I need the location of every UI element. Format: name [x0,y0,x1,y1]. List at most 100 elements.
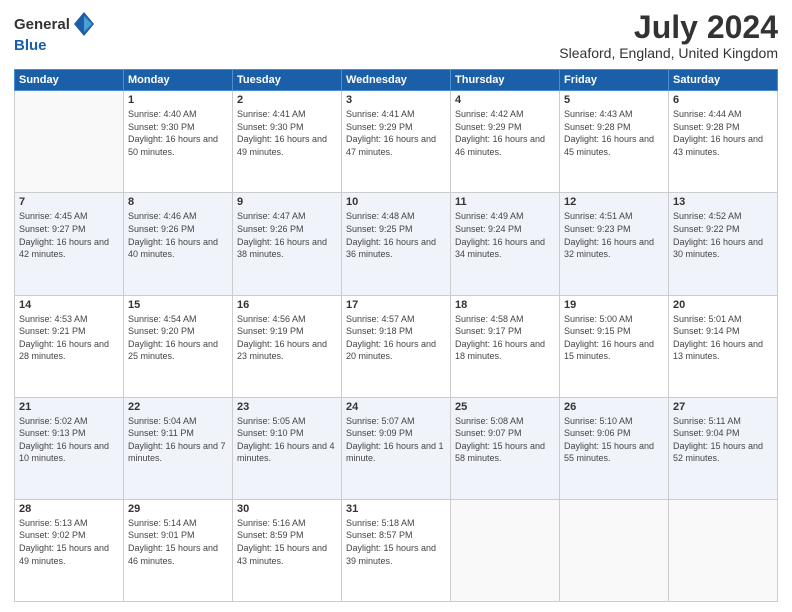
day-info: Sunrise: 5:11 AMSunset: 9:04 PMDaylight:… [673,415,773,465]
day-number: 29 [128,503,228,515]
col-saturday: Saturday [669,70,778,91]
calendar-day [669,499,778,601]
calendar-day: 21 Sunrise: 5:02 AMSunset: 9:13 PMDaylig… [15,397,124,499]
calendar-day: 17 Sunrise: 4:57 AMSunset: 9:18 PMDaylig… [342,295,451,397]
col-tuesday: Tuesday [233,70,342,91]
day-info: Sunrise: 5:01 AMSunset: 9:14 PMDaylight:… [673,313,773,363]
day-info: Sunrise: 4:48 AMSunset: 9:25 PMDaylight:… [346,210,446,260]
day-info: Sunrise: 4:46 AMSunset: 9:26 PMDaylight:… [128,210,228,260]
day-info: Sunrise: 4:57 AMSunset: 9:18 PMDaylight:… [346,313,446,363]
calendar-day: 1 Sunrise: 4:40 AMSunset: 9:30 PMDayligh… [124,91,233,193]
day-number: 25 [455,401,555,413]
day-number: 20 [673,299,773,311]
day-info: Sunrise: 4:56 AMSunset: 9:19 PMDaylight:… [237,313,337,363]
day-info: Sunrise: 4:40 AMSunset: 9:30 PMDaylight:… [128,108,228,158]
day-info: Sunrise: 5:14 AMSunset: 9:01 PMDaylight:… [128,517,228,567]
calendar-day: 19 Sunrise: 5:00 AMSunset: 9:15 PMDaylig… [560,295,669,397]
calendar-day: 29 Sunrise: 5:14 AMSunset: 9:01 PMDaylig… [124,499,233,601]
day-info: Sunrise: 5:10 AMSunset: 9:06 PMDaylight:… [564,415,664,465]
day-info: Sunrise: 5:00 AMSunset: 9:15 PMDaylight:… [564,313,664,363]
calendar-day: 14 Sunrise: 4:53 AMSunset: 9:21 PMDaylig… [15,295,124,397]
day-number: 2 [237,94,337,106]
calendar-day: 27 Sunrise: 5:11 AMSunset: 9:04 PMDaylig… [669,397,778,499]
calendar-day [451,499,560,601]
calendar-day: 26 Sunrise: 5:10 AMSunset: 9:06 PMDaylig… [560,397,669,499]
calendar-week-1: 1 Sunrise: 4:40 AMSunset: 9:30 PMDayligh… [15,91,778,193]
day-number: 10 [346,196,446,208]
logo-general: General [14,17,70,34]
day-info: Sunrise: 5:13 AMSunset: 9:02 PMDaylight:… [19,517,119,567]
calendar-week-4: 21 Sunrise: 5:02 AMSunset: 9:13 PMDaylig… [15,397,778,499]
day-number: 15 [128,299,228,311]
day-number: 4 [455,94,555,106]
calendar-day: 13 Sunrise: 4:52 AMSunset: 9:22 PMDaylig… [669,193,778,295]
day-info: Sunrise: 4:58 AMSunset: 9:17 PMDaylight:… [455,313,555,363]
day-number: 23 [237,401,337,413]
col-monday: Monday [124,70,233,91]
calendar-day: 12 Sunrise: 4:51 AMSunset: 9:23 PMDaylig… [560,193,669,295]
day-info: Sunrise: 4:41 AMSunset: 9:29 PMDaylight:… [346,108,446,158]
day-number: 5 [564,94,664,106]
day-number: 14 [19,299,119,311]
day-info: Sunrise: 4:54 AMSunset: 9:20 PMDaylight:… [128,313,228,363]
calendar-day: 9 Sunrise: 4:47 AMSunset: 9:26 PMDayligh… [233,193,342,295]
day-number: 13 [673,196,773,208]
month-title: July 2024 [559,10,778,45]
calendar-week-3: 14 Sunrise: 4:53 AMSunset: 9:21 PMDaylig… [15,295,778,397]
day-number: 21 [19,401,119,413]
day-info: Sunrise: 5:05 AMSunset: 9:10 PMDaylight:… [237,415,337,465]
location-title: Sleaford, England, United Kingdom [559,45,778,61]
day-number: 1 [128,94,228,106]
calendar-day: 5 Sunrise: 4:43 AMSunset: 9:28 PMDayligh… [560,91,669,193]
day-info: Sunrise: 4:47 AMSunset: 9:26 PMDaylight:… [237,210,337,260]
col-friday: Friday [560,70,669,91]
calendar-day: 2 Sunrise: 4:41 AMSunset: 9:30 PMDayligh… [233,91,342,193]
calendar-day: 16 Sunrise: 4:56 AMSunset: 9:19 PMDaylig… [233,295,342,397]
day-number: 27 [673,401,773,413]
day-number: 26 [564,401,664,413]
calendar-table: Sunday Monday Tuesday Wednesday Thursday… [14,69,778,602]
logo: General Blue [14,10,94,55]
day-number: 12 [564,196,664,208]
day-info: Sunrise: 4:41 AMSunset: 9:30 PMDaylight:… [237,108,337,158]
calendar-day: 15 Sunrise: 4:54 AMSunset: 9:20 PMDaylig… [124,295,233,397]
calendar-day [560,499,669,601]
day-info: Sunrise: 4:53 AMSunset: 9:21 PMDaylight:… [19,313,119,363]
day-number: 7 [19,196,119,208]
day-info: Sunrise: 5:02 AMSunset: 9:13 PMDaylight:… [19,415,119,465]
day-number: 6 [673,94,773,106]
page: General Blue July 2024 Sleaford, England… [0,0,792,612]
calendar-day: 24 Sunrise: 5:07 AMSunset: 9:09 PMDaylig… [342,397,451,499]
day-number: 22 [128,401,228,413]
day-number: 24 [346,401,446,413]
day-number: 31 [346,503,446,515]
calendar-day: 25 Sunrise: 5:08 AMSunset: 9:07 PMDaylig… [451,397,560,499]
calendar-day: 7 Sunrise: 4:45 AMSunset: 9:27 PMDayligh… [15,193,124,295]
day-number: 30 [237,503,337,515]
calendar-week-2: 7 Sunrise: 4:45 AMSunset: 9:27 PMDayligh… [15,193,778,295]
day-info: Sunrise: 4:42 AMSunset: 9:29 PMDaylight:… [455,108,555,158]
day-info: Sunrise: 4:51 AMSunset: 9:23 PMDaylight:… [564,210,664,260]
calendar-day: 31 Sunrise: 5:18 AMSunset: 8:57 PMDaylig… [342,499,451,601]
day-number: 11 [455,196,555,208]
header: General Blue July 2024 Sleaford, England… [14,10,778,61]
day-number: 17 [346,299,446,311]
calendar-day: 10 Sunrise: 4:48 AMSunset: 9:25 PMDaylig… [342,193,451,295]
calendar-day: 6 Sunrise: 4:44 AMSunset: 9:28 PMDayligh… [669,91,778,193]
col-thursday: Thursday [451,70,560,91]
logo-text: General Blue [14,10,94,55]
calendar-day: 3 Sunrise: 4:41 AMSunset: 9:29 PMDayligh… [342,91,451,193]
day-number: 8 [128,196,228,208]
day-info: Sunrise: 4:43 AMSunset: 9:28 PMDaylight:… [564,108,664,158]
day-info: Sunrise: 5:08 AMSunset: 9:07 PMDaylight:… [455,415,555,465]
header-row: Sunday Monday Tuesday Wednesday Thursday… [15,70,778,91]
day-info: Sunrise: 5:04 AMSunset: 9:11 PMDaylight:… [128,415,228,465]
col-sunday: Sunday [15,70,124,91]
day-number: 19 [564,299,664,311]
day-number: 18 [455,299,555,311]
day-number: 3 [346,94,446,106]
day-number: 9 [237,196,337,208]
day-number: 16 [237,299,337,311]
day-info: Sunrise: 4:45 AMSunset: 9:27 PMDaylight:… [19,210,119,260]
calendar-day: 23 Sunrise: 5:05 AMSunset: 9:10 PMDaylig… [233,397,342,499]
